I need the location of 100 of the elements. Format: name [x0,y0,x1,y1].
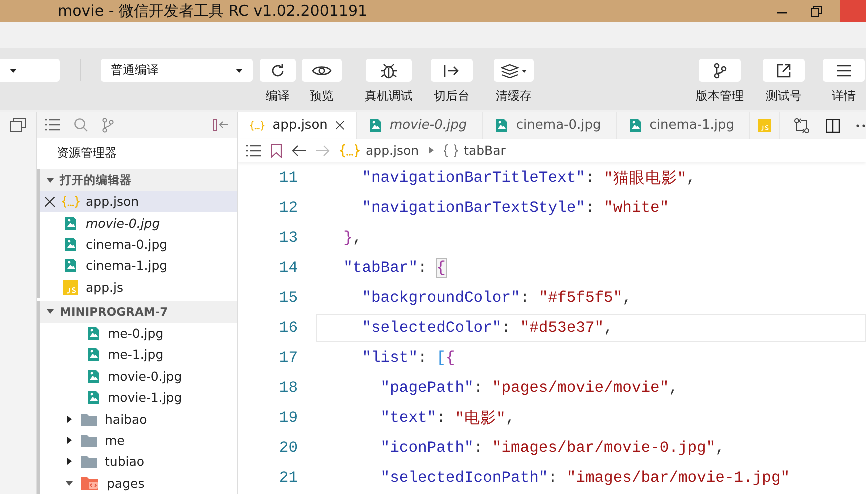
code-line: "iconPath": "images/bar/movie-0.jpg", [380,438,726,459]
tool-label: 编译 [266,88,290,105]
open-editor-item[interactable]: cinema-0.jpg [37,234,237,256]
line-number: 13 [278,229,298,247]
section-header[interactable]: MINIPROGRAM-7 [37,301,237,323]
image-file-icon [87,368,100,384]
line-number: 21 [278,469,298,487]
line-number: 11 [278,169,298,187]
list-icon[interactable] [45,119,60,132]
windows-icon[interactable] [10,118,26,132]
code-line: "list": [{ [361,348,456,369]
restore-icon[interactable] [811,6,822,16]
json-braces-icon [250,118,265,132]
image-file-icon [87,326,100,341]
line-number: 15 [278,289,298,307]
exit-arrow-icon [443,64,461,78]
section-header[interactable]: 打开的编辑器 [37,169,237,191]
line-number: 20 [278,439,298,457]
line-number: 16 [278,319,298,337]
tool-label: 详情 [832,88,856,105]
window-title: movie - 微信开发者工具 RC v1.02.2001191 [58,2,369,20]
menu-icon [837,64,851,76]
folder-icon [81,476,99,490]
image-file-icon [628,118,642,133]
code-line: "text": "电影", [380,408,516,430]
compile-mode-dropdown[interactable]: 普通编译 [101,59,253,82]
json-braces-icon [340,144,360,158]
caret-icon [47,308,54,316]
folder-tree-item[interactable]: tubiao [37,451,237,473]
open-editor-item[interactable]: movie-0.jpg [37,212,237,234]
image-file-icon [87,390,100,406]
caret-icon [66,436,72,444]
json-braces-icon [62,194,80,209]
branch-icon[interactable] [102,118,114,133]
tool-label: 真机调试 [365,88,413,105]
bug-icon [380,62,398,80]
folder-tree-item[interactable]: me [37,430,237,452]
editor-tab[interactable]: movie-0.jpg [357,112,484,139]
back-arrow-icon[interactable] [292,144,306,156]
caret-icon [66,458,72,466]
file-tree-item[interactable]: movie-0.jpg [37,365,237,387]
refresh-icon [270,62,286,78]
bug-button[interactable] [366,59,412,82]
code-line: }, [342,228,364,249]
collapse-panel-icon[interactable] [213,119,229,132]
close-icon[interactable] [336,120,344,131]
refresh-button[interactable] [260,59,296,82]
file-tree-item[interactable]: me-1.jpg [37,344,237,366]
folder-icon [81,434,97,447]
share-button[interactable] [763,59,805,82]
folder-icon [81,412,97,426]
branch-icon [713,62,727,78]
tool-label: 预览 [310,88,334,105]
caret-icon [10,68,17,72]
tool-label: 清缓存 [496,88,532,105]
menu-button[interactable] [823,59,865,82]
breadcrumb-item[interactable]: tabBar [444,143,506,158]
editor-tab[interactable]: cinema-0.jpg [483,112,617,139]
js-file-icon [62,280,80,295]
more-icon[interactable] [856,124,866,128]
editor-tab[interactable]: app.json [238,112,357,139]
caret-icon [236,68,243,72]
eye-button[interactable] [302,59,342,82]
image-file-icon [369,118,382,133]
branch-button[interactable] [699,59,741,82]
line-number: 17 [278,349,298,367]
compare-icon[interactable] [794,118,810,134]
open-editor-item[interactable]: app.js [37,276,237,298]
file-tree-item[interactable]: movie-1.jpg [37,386,237,408]
caret-icon [47,176,54,184]
layers-icon [501,64,527,78]
folder-tree-item[interactable]: haibao [37,408,237,430]
close-icon[interactable] [45,196,55,207]
file-tree-item[interactable]: me-0.jpg [37,322,237,344]
code-line: "tabBar": { [342,258,447,279]
editor-tab[interactable]: cinema-1.jpg [616,112,750,139]
layers-button[interactable] [494,59,534,82]
folder-tree-item[interactable]: pages [37,472,237,494]
line-number: 14 [278,259,298,277]
tool-label: 测试号 [766,88,802,105]
panel-title: 资源管理器 [57,145,117,162]
switch-button[interactable] [431,59,473,82]
external-link-icon [777,64,791,78]
line-number: 19 [278,409,298,427]
chevron-right-icon [429,147,434,154]
open-editor-item[interactable]: cinema-1.jpg [37,255,237,277]
eye-icon [312,64,332,78]
caret-icon [66,416,72,423]
split-editor-icon[interactable] [826,118,840,132]
folder-icon [81,455,97,468]
code-line: "pagePath": "pages/movie/movie", [380,378,680,399]
code-line: "backgroundColor": "#f5f5f5", [361,288,633,309]
tool-label: 版本管理 [696,88,744,105]
search-icon[interactable] [74,118,88,132]
image-file-icon [495,118,508,133]
breadcrumb-item[interactable]: app.json [340,143,420,158]
bookmark-icon[interactable] [271,144,282,158]
tool-label: 切后台 [434,88,470,105]
list-icon[interactable] [246,144,261,156]
open-editor-item[interactable]: app.json [37,190,237,212]
